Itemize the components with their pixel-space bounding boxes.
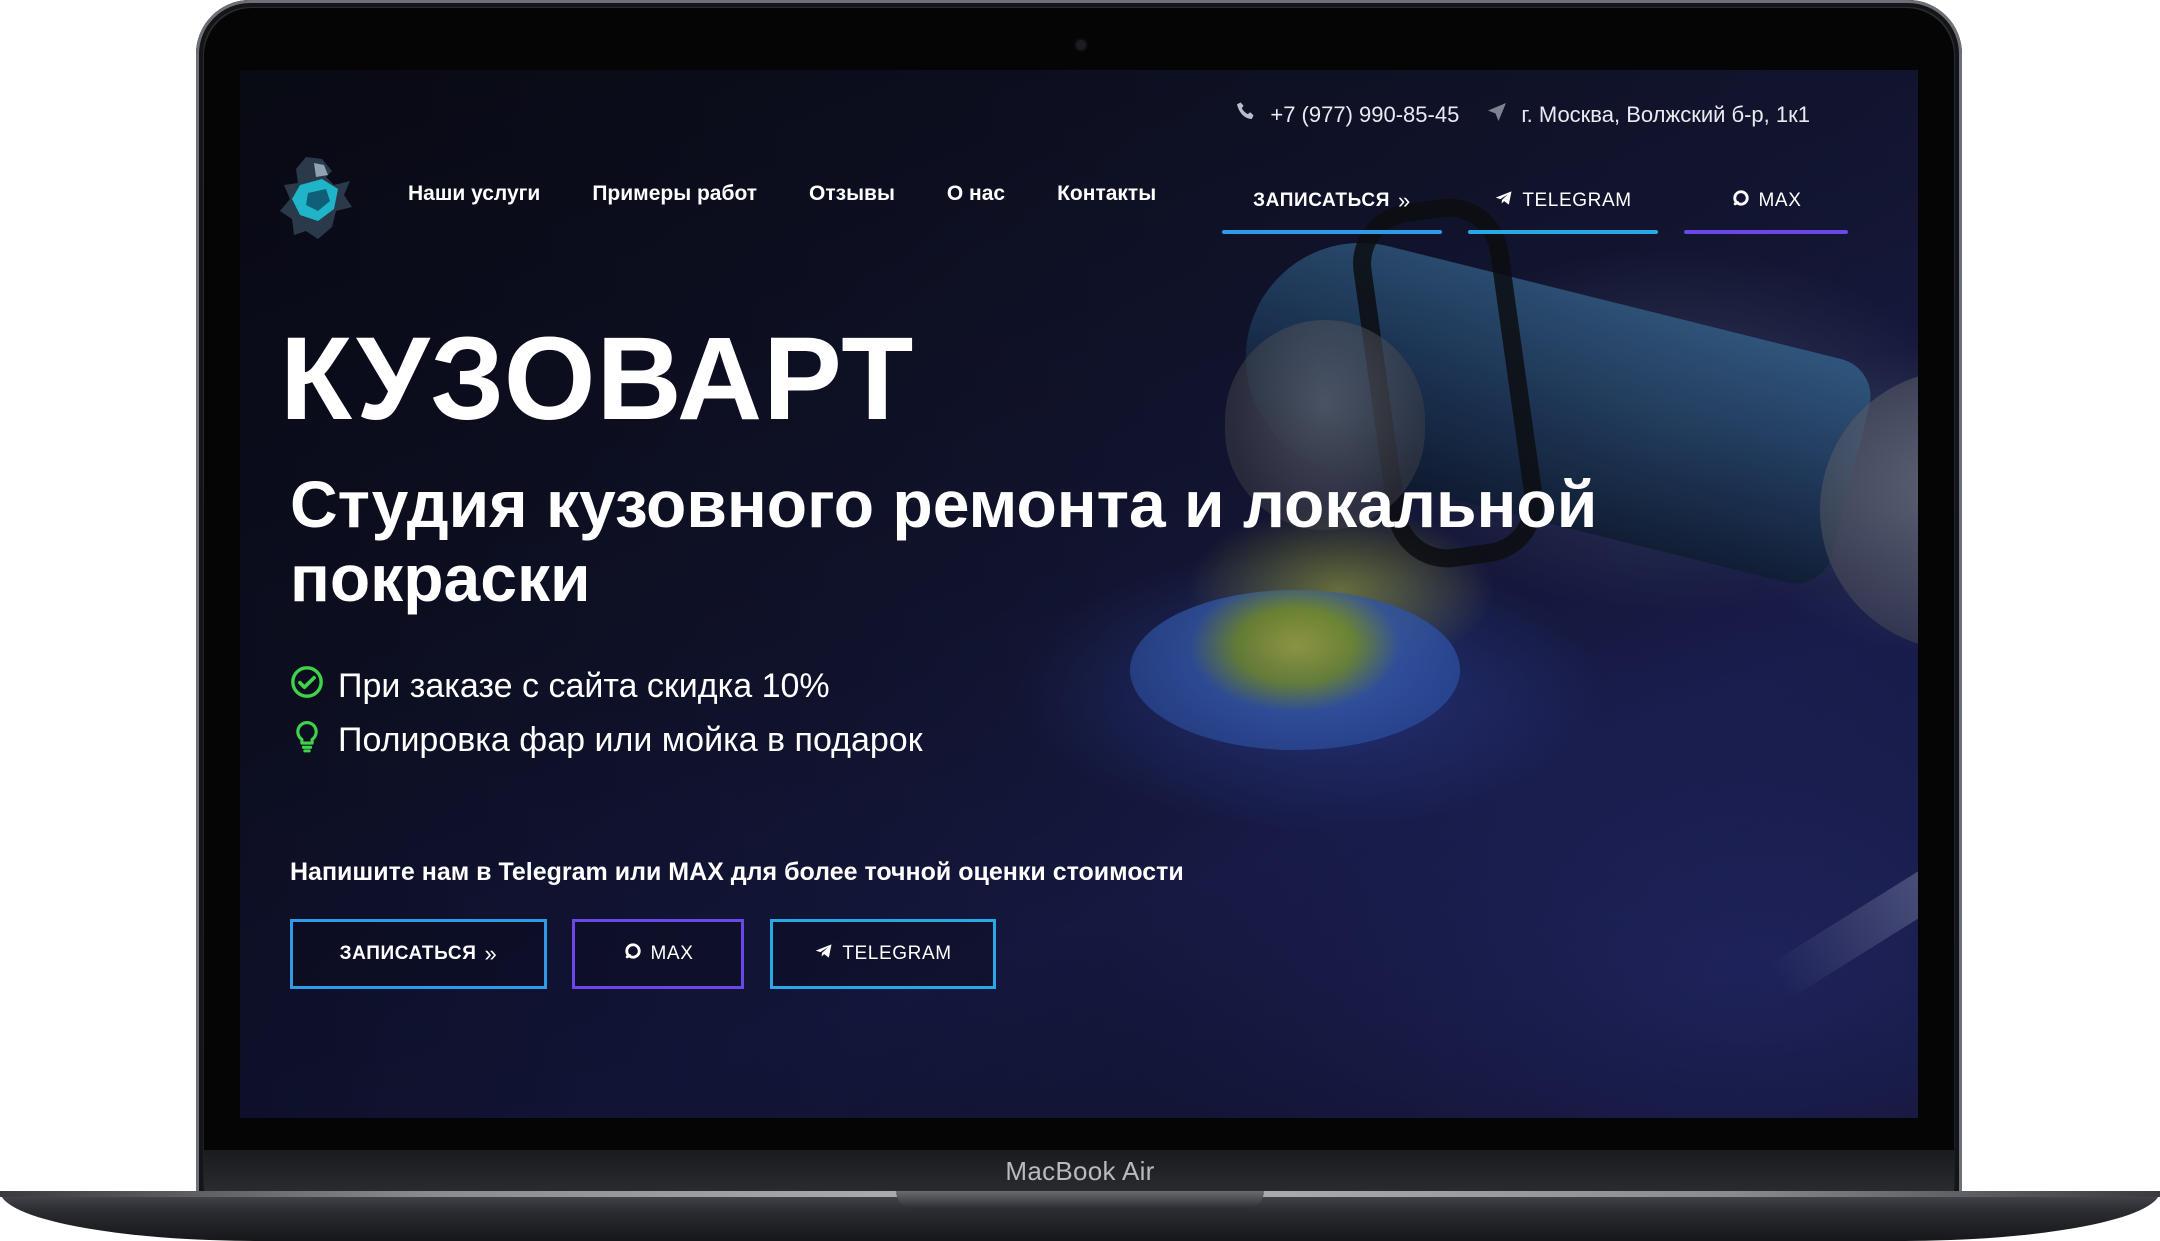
cta-max-button[interactable]: MAX [572, 919, 744, 989]
hero-brand-title: КУЗОВАРТ [280, 313, 915, 445]
main-nav: Наши услуги Примеры работ Отзывы О нас К… [408, 182, 1156, 206]
max-icon [1731, 188, 1759, 214]
address-text: г. Москва, Волжский б-р, 1к1 [1521, 102, 1810, 127]
phone-number: +7 (977) 990-85-45 [1270, 102, 1460, 127]
page-content: +7 (977) 990-85-45 г. Москва, Волжский б… [240, 70, 1918, 1118]
feature-discount-text: При заказе с сайта скидка 10% [338, 667, 830, 705]
double-chevron-right-icon: » [1398, 188, 1411, 213]
laptop-hinge-notch [896, 1191, 1264, 1209]
cta-signup-button[interactable]: ЗАПИСАТЬСЯ » [290, 919, 547, 989]
phone-icon [1234, 100, 1258, 130]
telegram-icon [1494, 188, 1522, 214]
nav-item-contacts[interactable]: Контакты [1057, 182, 1156, 206]
lightbulb-icon [290, 719, 324, 762]
nav-telegram-underline [1468, 230, 1658, 234]
nav-max-label: MAX [1758, 190, 1802, 211]
device-label: MacBook Air [1005, 1156, 1155, 1186]
website-screen: +7 (977) 990-85-45 г. Москва, Волжский б… [240, 70, 1918, 1118]
nav-signup-underline [1222, 230, 1442, 234]
hero-subtitle: Студия кузовного ремонта и локальной пок… [290, 467, 1598, 615]
nav-item-services[interactable]: Наши услуги [408, 182, 540, 206]
check-circle-icon [290, 665, 324, 708]
address-link[interactable]: г. Москва, Волжский б-р, 1к1 [1485, 100, 1810, 130]
max-icon [623, 941, 651, 967]
contact-note: Напишите нам в Telegram или MAX для боле… [290, 858, 1184, 886]
feature-gift-text: Полировка фар или мойка в подарок [338, 721, 923, 759]
cta-telegram-label: TELEGRAM [842, 943, 952, 964]
nav-signup-label: ЗАПИСАТЬСЯ [1253, 190, 1391, 211]
double-chevron-right-icon: » [484, 941, 498, 966]
feature-discount: При заказе с сайта скидка 10% [290, 665, 830, 708]
nav-max-underline [1684, 230, 1848, 234]
cta-telegram-button[interactable]: TELEGRAM [770, 919, 996, 989]
cta-max-label: MAX [650, 943, 694, 964]
phone-link[interactable]: +7 (977) 990-85-45 [1234, 100, 1459, 130]
telegram-icon [814, 941, 842, 967]
nav-item-portfolio[interactable]: Примеры работ [592, 182, 757, 206]
nav-item-reviews[interactable]: Отзывы [809, 182, 895, 206]
camera-icon [1076, 40, 1086, 50]
location-arrow-icon [1485, 100, 1509, 130]
nav-max-button[interactable]: MAX [1684, 178, 1848, 234]
nav-item-about[interactable]: О нас [947, 182, 1005, 206]
cta-signup-label: ЗАПИСАТЬСЯ [339, 943, 477, 964]
nav-telegram-button[interactable]: TELEGRAM [1468, 178, 1658, 234]
nav-telegram-label: TELEGRAM [1522, 190, 1632, 211]
feature-gift: Полировка фар или мойка в подарок [290, 719, 923, 762]
logo[interactable] [278, 155, 354, 241]
nav-signup-button[interactable]: ЗАПИСАТЬСЯ » [1222, 178, 1442, 234]
contact-bar: +7 (977) 990-85-45 г. Москва, Волжский б… [1234, 100, 1810, 130]
